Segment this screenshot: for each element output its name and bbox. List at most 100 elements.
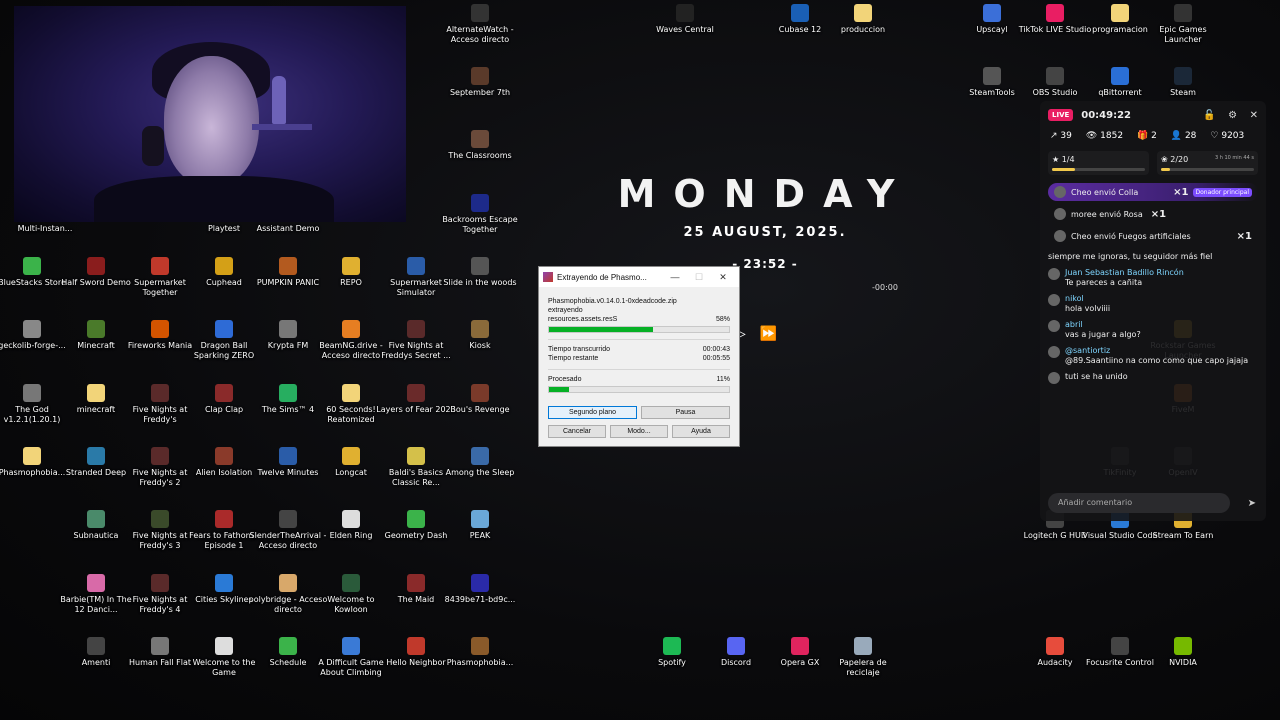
desktop-icon[interactable]: produccion [823, 4, 903, 35]
avatar [1054, 230, 1066, 242]
app-icon [279, 447, 297, 465]
background-button[interactable]: Segundo plano [548, 406, 637, 419]
desktop-icon-label: Multi-Instan... [17, 224, 73, 233]
lock-icon[interactable]: 🔓 [1203, 110, 1215, 121]
app-icon [1111, 637, 1129, 655]
app-icon [1111, 67, 1129, 85]
desktop-icon[interactable]: The Classrooms [440, 130, 520, 161]
avatar [1048, 372, 1060, 384]
app-icon [1046, 67, 1064, 85]
processed-label: Procesado [548, 376, 582, 383]
live-badge: LIVE [1048, 109, 1074, 121]
desktop-icon[interactable]: Steam [1143, 67, 1223, 98]
app-icon [215, 510, 233, 528]
app-icon [279, 637, 297, 655]
app-icon [151, 510, 169, 528]
gift-icon: ❀ [1161, 155, 1168, 164]
app-icon [983, 67, 1001, 85]
app-icon [151, 384, 169, 402]
app-icon [87, 637, 105, 655]
desktop-icon[interactable]: Phasmophobia... [440, 637, 520, 668]
desktop-icon[interactable]: Waves Central [645, 4, 725, 35]
winrar-icon [543, 272, 553, 282]
app-icon [342, 447, 360, 465]
desktop-icon[interactable]: Epic Games Launcher [1143, 4, 1223, 45]
desktop-icon[interactable]: Among the Sleep [440, 447, 520, 478]
app-icon [471, 194, 489, 212]
file-progress-fill [549, 327, 654, 332]
app-icon [87, 320, 105, 338]
app-icon [215, 637, 233, 655]
app-icon [471, 130, 489, 148]
app-icon [342, 510, 360, 528]
app-icon [791, 637, 809, 655]
close-icon[interactable]: ✕ [711, 272, 735, 283]
app-icon [791, 4, 809, 22]
desktop-icon-label: The Classrooms [448, 151, 512, 160]
desktop-icon[interactable]: September 7th [440, 67, 520, 98]
desktop-icon[interactable]: Backrooms Escape Together [440, 194, 520, 235]
app-icon [87, 257, 105, 275]
send-icon[interactable]: ➤ [1248, 498, 1256, 509]
settings-icon[interactable]: ⚙ [1228, 110, 1237, 121]
app-icon [342, 320, 360, 338]
desktop-icon[interactable]: Kiosk [440, 320, 520, 351]
desktop-icon[interactable]: Bou's Revenge [440, 384, 520, 415]
gift-event: Cheo envió Colla ×1 Donador principal [1048, 183, 1258, 201]
app-icon [1046, 4, 1064, 22]
desktop-icon[interactable]: AlternateWatch - Acceso directo [440, 4, 520, 45]
likes-stat: ♡ 9203 [1210, 131, 1245, 141]
app-icon [151, 257, 169, 275]
minimize-icon[interactable]: — [663, 272, 687, 282]
comment-input[interactable]: Añadir comentario [1048, 493, 1230, 513]
desktop-icon[interactable]: 8439be71-bd9c... [440, 574, 520, 605]
app-icon [151, 320, 169, 338]
app-icon [407, 384, 425, 402]
maximize-icon: ☐ [694, 271, 704, 282]
mode-button[interactable]: Modo... [610, 425, 668, 438]
app-icon [471, 384, 489, 402]
gift-event: moree envió Rosa ×1 [1048, 205, 1258, 223]
webcam-shelf [252, 124, 312, 130]
media-controls: ▷ ⏩ [735, 326, 777, 342]
close-panel-icon[interactable]: ✕ [1250, 110, 1258, 121]
desktop-icon-label: 8439be71-bd9c... [444, 595, 516, 604]
live-duration: 00:49:22 [1081, 109, 1132, 121]
app-icon [87, 447, 105, 465]
app-icon [279, 510, 297, 528]
desktop-icon[interactable]: Papelera de reciclaje [823, 637, 903, 678]
app-icon [23, 447, 41, 465]
chat-message: nikol hola volviiii [1040, 291, 1266, 317]
next-icon[interactable]: ⏩ [760, 326, 777, 342]
desktop-icon-label: AlternateWatch - Acceso directo [446, 25, 514, 44]
app-icon [407, 447, 425, 465]
archive-name: Phasmophobia.v0.14.0.1-0xdeadcode.zip [548, 298, 677, 305]
app-icon [342, 637, 360, 655]
app-icon [1111, 4, 1129, 22]
date-text: 25 AUGUST, 2025. [683, 225, 847, 240]
pause-button[interactable]: Pausa [641, 406, 730, 419]
app-icon [471, 4, 489, 22]
dialog-titlebar[interactable]: Extrayendo de Phasmo... — ☐ ✕ [539, 267, 739, 287]
app-icon [215, 257, 233, 275]
cancel-button[interactable]: Cancelar [548, 425, 606, 438]
app-icon [663, 637, 681, 655]
remaining-value: 00:05:55 [702, 355, 730, 362]
file-progress-bar [548, 326, 730, 333]
desktop-icon[interactable]: NVIDIA [1143, 637, 1223, 668]
help-button[interactable]: Ayuda [672, 425, 730, 438]
avatar [1054, 186, 1066, 198]
desktop-icon[interactable]: PEAK [440, 510, 520, 541]
chat-message: abril vas a jugar a algo? [1040, 317, 1266, 343]
desktop-icon[interactable]: Slide in the woods [440, 257, 520, 288]
app-icon [854, 637, 872, 655]
gifts-stat: 🎁 2 [1137, 131, 1157, 141]
app-icon [342, 574, 360, 592]
current-file: resources.assets.resS [548, 316, 618, 323]
desktop-icon-label: Among the Sleep [445, 468, 515, 477]
avatar [1048, 320, 1060, 332]
app-icon [676, 4, 694, 22]
app-icon [151, 574, 169, 592]
goal-2: ❀ 2/20 3 h 10 min 44 s [1157, 151, 1258, 175]
desktop-icon-label: Bou's Revenge [450, 405, 510, 414]
